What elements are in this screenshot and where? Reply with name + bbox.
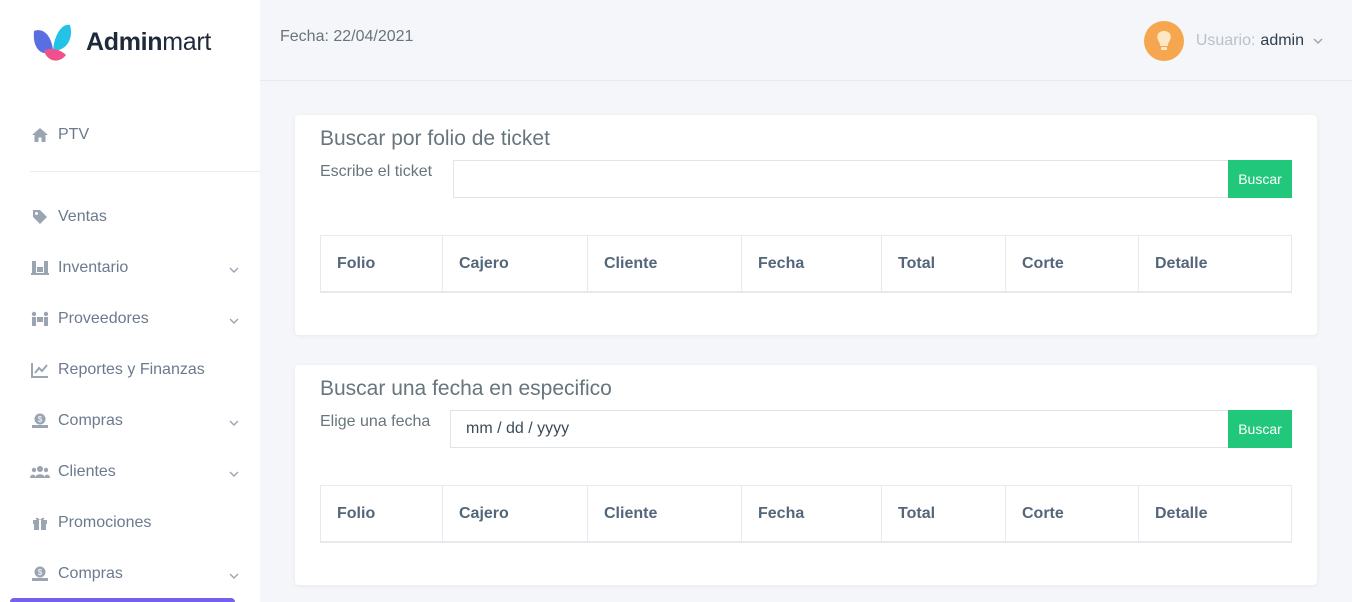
money-icon: $ [30, 412, 50, 430]
sidebar-item-inventario[interactable]: Inventario [30, 253, 240, 283]
sidebar-item-label: Ventas [58, 208, 107, 225]
sidebar-item-label: Inventario [58, 259, 129, 276]
sidebar: Adminmart PTV Ventas Inventario Proveedo… [0, 0, 260, 602]
chevron-down-icon [229, 573, 239, 579]
column-header-fecha: Fecha [742, 486, 882, 541]
user-label: Usuario: [1195, 32, 1256, 49]
user-menu[interactable]: Usuario: admin [1143, 21, 1324, 61]
column-header-corte: Corte [1006, 486, 1139, 541]
gift-icon [30, 514, 50, 532]
sidebar-item-ptv[interactable]: PTV [30, 120, 240, 150]
sidebar-item-label: PTV [58, 126, 90, 143]
date-search-card: Buscar una fecha en especifico Elige una… [295, 365, 1317, 585]
lightbulb-icon [1157, 31, 1171, 50]
column-header-detalle: Detalle [1155, 254, 1208, 272]
column-header-cajero: Cajero [443, 236, 588, 291]
sidebar-item-proveedores[interactable]: Proveedores [30, 304, 240, 334]
sidebar-item-label: Reportes y Finanzas [58, 361, 205, 378]
date-results-table: Folio Cajero Cliente Fecha Total Corte D… [320, 485, 1292, 543]
date-input[interactable] [450, 410, 1228, 448]
chevron-down-icon [229, 318, 239, 324]
sidebar-item-reportes[interactable]: Reportes y Finanzas [30, 355, 240, 385]
column-header-detalle: Detalle [1155, 504, 1208, 522]
chevron-down-icon [1313, 38, 1323, 44]
column-header-cajero: Cajero [443, 486, 588, 541]
column-header-folio: Folio [321, 486, 443, 541]
tag-icon [30, 208, 50, 226]
card-title: Buscar una fecha en especifico [320, 377, 612, 400]
column-header-cliente: Cliente [588, 236, 742, 291]
sidebar-item-promociones[interactable]: Promociones [30, 508, 240, 538]
sidebar-item-label: Proveedores [58, 310, 149, 327]
sidebar-active-indicator [10, 598, 235, 602]
users-icon [30, 463, 50, 481]
ticket-results-table: Folio Cajero Cliente Fecha Total Corte D… [320, 235, 1292, 293]
people-carry-icon [30, 310, 50, 328]
column-header-corte: Corte [1006, 236, 1139, 291]
svg-text:$: $ [38, 415, 43, 424]
column-header-fecha: Fecha [742, 236, 882, 291]
sidebar-item-label: Compras [58, 412, 123, 429]
chart-line-icon [30, 361, 50, 379]
warehouse-icon [30, 259, 50, 277]
column-header-total: Total [882, 486, 1006, 541]
brand-logo[interactable]: Adminmart [30, 20, 211, 64]
chevron-down-icon [229, 471, 239, 477]
user-name: admin [1260, 32, 1304, 49]
sidebar-item-label: Promociones [58, 514, 152, 531]
home-icon [30, 126, 50, 144]
card-title: Buscar por folio de ticket [320, 127, 550, 150]
date-label: Elige una fecha [320, 413, 431, 430]
sidebar-item-ventas[interactable]: Ventas [30, 202, 240, 232]
current-date: Fecha: 22/04/2021 [280, 28, 414, 45]
column-header-folio: Folio [321, 236, 443, 291]
ticket-label: Escribe el ticket [320, 163, 433, 180]
ticket-input[interactable] [453, 160, 1228, 198]
column-header-cliente: Cliente [588, 486, 742, 541]
search-date-button[interactable]: Buscar [1228, 410, 1292, 448]
butterfly-logo-icon [33, 24, 72, 61]
sidebar-item-label: Clientes [58, 463, 116, 480]
ticket-search-card: Buscar por folio de ticket Escribe el ti… [295, 115, 1317, 335]
chevron-down-icon [229, 420, 239, 426]
search-ticket-button[interactable]: Buscar [1228, 160, 1292, 198]
sidebar-item-compras-2[interactable]: $ Compras [30, 559, 240, 589]
brand-name: Adminmart [86, 27, 212, 56]
column-header-total: Total [882, 236, 1006, 291]
svg-text:$: $ [38, 568, 43, 577]
chevron-down-icon [229, 267, 239, 273]
sidebar-item-compras[interactable]: $ Compras [30, 406, 240, 436]
topbar: Fecha: 22/04/2021 Usuario: admin [260, 0, 1352, 81]
sidebar-item-clientes[interactable]: Clientes [30, 457, 240, 487]
sidebar-item-label: Compras [58, 565, 123, 582]
money-icon: $ [30, 565, 50, 583]
avatar [1143, 21, 1184, 61]
sidebar-divider [30, 171, 260, 172]
